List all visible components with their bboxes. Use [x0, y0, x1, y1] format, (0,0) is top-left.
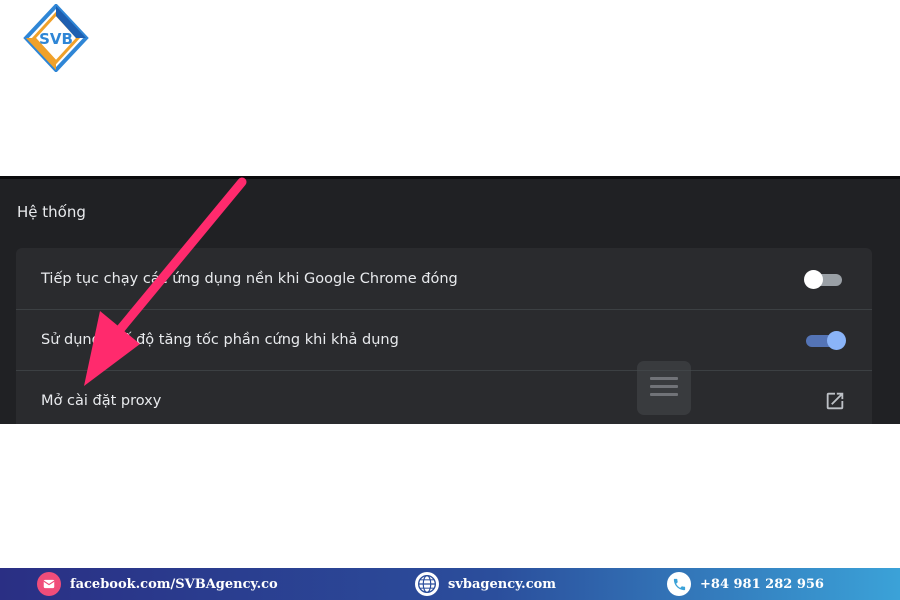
hardware-acceleration-toggle[interactable] [804, 331, 846, 350]
setting-row-hardware-acceleration[interactable]: Sử dụng chế độ tăng tốc phần cứng khi kh… [16, 309, 872, 370]
setting-label: Tiếp tục chạy các ứng dụng nền khi Googl… [41, 270, 458, 287]
facebook-link[interactable]: facebook.com/SVBAgency.co [70, 577, 278, 592]
toggle-knob [827, 331, 846, 350]
svb-logo: SVB [20, 4, 92, 72]
phone-icon [667, 572, 691, 596]
toggle-knob [804, 269, 823, 289]
phone-number[interactable]: +84 981 282 956 [700, 577, 824, 592]
messenger-icon [37, 572, 61, 596]
setting-label: Sử dụng chế độ tăng tốc phần cứng khi kh… [41, 332, 399, 348]
menu-icon[interactable] [637, 361, 691, 415]
globe-icon [415, 572, 439, 596]
footer-phone[interactable]: +84 981 282 956 [667, 571, 824, 597]
footer-website[interactable]: svbagency.com [415, 571, 556, 597]
website-link[interactable]: svbagency.com [448, 577, 556, 592]
settings-card: Tiếp tục chạy các ứng dụng nền khi Googl… [16, 248, 872, 424]
logo-text: SVB [39, 30, 73, 48]
setting-row-background-apps[interactable]: Tiếp tục chạy các ứng dụng nền khi Googl… [16, 248, 872, 309]
footer-facebook[interactable]: facebook.com/SVBAgency.co [37, 571, 278, 597]
section-title: Hệ thống [17, 203, 86, 221]
setting-row-proxy[interactable]: Mở cài đặt proxy [16, 370, 872, 424]
background-apps-toggle[interactable] [804, 269, 844, 289]
footer-bar: facebook.com/SVBAgency.co svbagency.com … [0, 568, 900, 600]
setting-label: Mở cài đặt proxy [41, 393, 162, 409]
settings-panel: Hệ thống Tiếp tục chạy các ứng dụng nền … [0, 176, 900, 424]
open-external-icon[interactable] [824, 390, 846, 412]
